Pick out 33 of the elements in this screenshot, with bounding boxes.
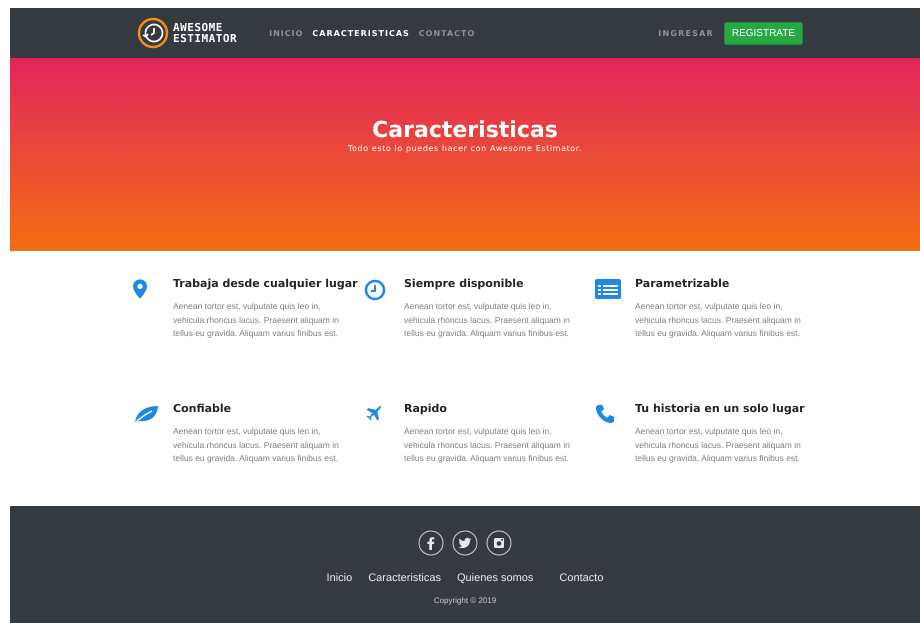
- footer-link[interactable]: Quienes somos: [456, 572, 534, 584]
- nav-link[interactable]: CARACTERISTICAS: [312, 28, 410, 38]
- facebook-icon[interactable]: [418, 530, 444, 556]
- feature-description: Aenean tortor est, vulputate quis leo in, vehicula rhoncus lacus. Praesent aliquam in tellus eu gravida. Aliquam varius finibus est.: [635, 425, 802, 465]
- feature-title: Rapido: [404, 402, 448, 415]
- copyright-text: Copyright © 2019: [434, 596, 496, 605]
- feature-description: Aenean tortor est, vulputate quis leo in, vehicula rhoncus lacus. Praesent aliquam in tellus eu gravida. Aliquam varius finibus est.: [404, 300, 571, 340]
- nav-link[interactable]: INICIO: [269, 28, 304, 38]
- footer-link[interactable]: Inicio: [326, 572, 352, 584]
- feature-title: Confiable: [173, 402, 232, 415]
- clock-logo-icon[interactable]: [137, 17, 169, 49]
- feature-description: Aenean tortor est, vulputate quis leo in, vehicula rhoncus lacus. Praesent aliquam in tellus eu gravida. Aliquam varius finibus est.: [635, 300, 802, 340]
- map-pin-icon: [133, 279, 147, 299]
- phone-icon: [595, 404, 615, 424]
- feature-title: Parametrizable: [635, 277, 730, 290]
- list-window-icon: [595, 279, 621, 299]
- nav-link[interactable]: CONTACTO: [418, 28, 476, 38]
- camera-icon[interactable]: [486, 530, 512, 556]
- leaf-icon: [133, 404, 159, 424]
- feature-description: Aenean tortor est, vulputate quis leo in, vehicula rhoncus lacus. Praesent aliquam in tellus eu gravida. Aliquam varius finibus est.: [173, 425, 340, 465]
- hero-subtitle: Todo esto lo puedes hacer con Awesome Estimator.: [348, 144, 582, 153]
- logo-wordmark[interactable]: AWESOME ESTIMATOR: [173, 22, 238, 44]
- login-link[interactable]: INGRESAR: [658, 28, 714, 38]
- feature-title: Siempre disponible: [404, 277, 525, 290]
- feature-description: Aenean tortor est, vulputate quis leo in, vehicula rhoncus lacus. Praesent aliquam in tellus eu gravida. Aliquam varius finibus est.: [404, 425, 571, 465]
- bird-icon[interactable]: [452, 530, 478, 556]
- feature-description: Aenean tortor est, vulputate quis leo in, vehicula rhoncus lacus. Praesent aliquam in tellus eu gravida. Aliquam varius finibus est.: [173, 300, 340, 340]
- feature-title: Trabaja desde cualquier lugar: [173, 277, 358, 290]
- hero-title: Caracteristicas: [372, 118, 558, 143]
- footer-link[interactable]: Contacto: [559, 572, 604, 584]
- footer-link[interactable]: Caracteristicas: [368, 572, 441, 584]
- feature-title: Tu historia en un solo lugar: [635, 402, 806, 415]
- clock-icon: [364, 279, 386, 301]
